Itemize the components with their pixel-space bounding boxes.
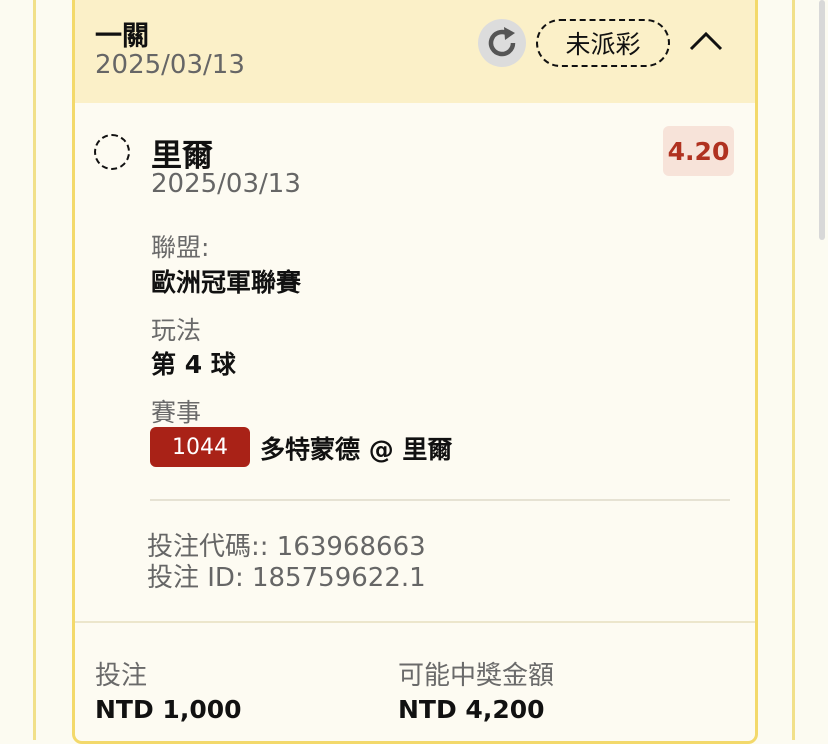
bet-slip-card: 一關 2025/03/13 未派彩 里爾 2025/03/13 4.20 聯盟:… <box>72 0 758 744</box>
play-label: 玩法 <box>151 316 202 345</box>
divider <box>150 499 730 501</box>
collapse-button[interactable] <box>687 25 725 55</box>
page-border-right <box>792 0 795 740</box>
bet-date: 2025/03/13 <box>95 50 245 80</box>
page-border-left <box>33 0 36 740</box>
refresh-icon <box>488 27 516 57</box>
payout-value: NTD 4,200 <box>398 695 545 724</box>
league-label: 聯盟: <box>151 233 210 262</box>
stake-value: NTD 1,000 <box>95 695 242 724</box>
selection-date: 2025/03/13 <box>151 169 301 199</box>
payout-label: 可能中獎金額 <box>398 661 555 691</box>
card-header: 一關 2025/03/13 未派彩 <box>75 0 755 103</box>
event-label: 賽事 <box>151 398 202 427</box>
league-value: 歐洲冠軍聯賽 <box>151 268 302 297</box>
scrollbar[interactable] <box>819 0 825 240</box>
play-value: 第 4 球 <box>151 350 236 379</box>
bet-id: 投注 ID: 185759622.1 <box>147 563 426 593</box>
stake-label: 投注 <box>95 661 148 691</box>
footer-divider <box>75 621 755 623</box>
chevron-up-icon <box>689 31 723 51</box>
selection-radio[interactable] <box>94 134 130 170</box>
bet-type-title: 一關 <box>95 21 149 52</box>
event-name: 多特蒙德 @ 里爾 <box>260 435 453 464</box>
odds-badge: 4.20 <box>663 126 734 176</box>
refresh-button[interactable] <box>478 19 526 67</box>
event-number-badge: 1044 <box>150 427 250 467</box>
status-badge: 未派彩 <box>536 19 670 67</box>
